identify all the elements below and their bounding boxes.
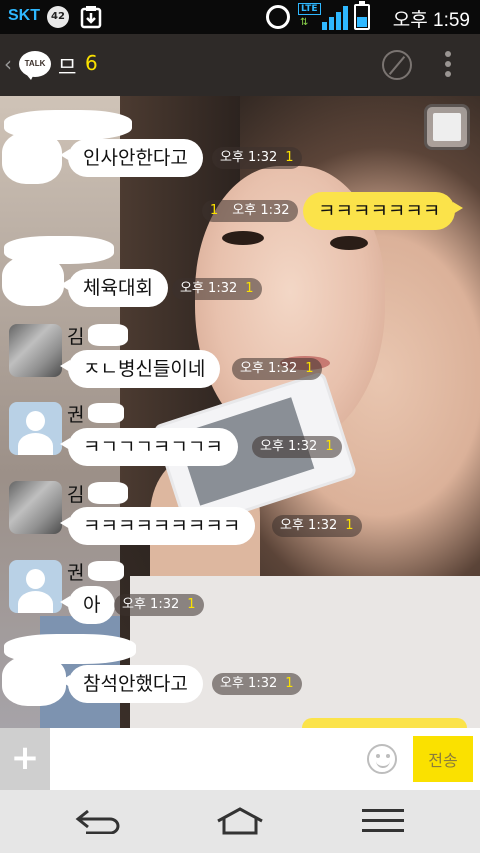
emoticon-icon[interactable] [367, 744, 397, 774]
message-time: 오후 1:32 [260, 439, 318, 454]
message-meta: 오후 1:32 1 [232, 358, 322, 380]
lte-icon: LTE [298, 3, 321, 15]
signal-icon [322, 6, 348, 30]
message-text: 참석안했다고 [83, 673, 188, 695]
message-text: ㅋㅋㅋㅋㅋㅋㅋ [318, 200, 441, 222]
sender-name: 김 [67, 326, 85, 348]
unread-count: 1 [305, 361, 314, 376]
message-time: 오후 1:32 [122, 597, 180, 612]
message-bubble-sent[interactable] [302, 718, 467, 728]
message-bubble[interactable]: ㅋㅋㅋㅋㅋㅋㅋㅋㅋ [59, 507, 256, 545]
wallpaper-preview-button[interactable] [424, 104, 470, 150]
more-options-icon[interactable] [440, 51, 456, 81]
message-time: 오후 1:32 [220, 676, 278, 691]
battery-icon [354, 1, 370, 30]
home-icon[interactable] [215, 806, 265, 836]
sender-name: 김 [67, 484, 85, 506]
sender-name: 권 [67, 404, 85, 426]
message-meta: 오후 1:32 1 [252, 436, 342, 458]
message-text: 체육대회 [83, 277, 153, 299]
avatar[interactable] [9, 560, 62, 613]
unread-count: 1 [285, 676, 294, 691]
download-icon [80, 6, 102, 29]
menu-icon[interactable] [362, 809, 404, 833]
unread-count: 1 [325, 439, 334, 454]
message-input-bar: + 전송 [0, 728, 480, 790]
status-bar: SKT 42 LTE ⇅ 오후 1:59 [0, 0, 480, 34]
message-meta: 오후 1:32 1 [212, 147, 302, 169]
notification-badge-icon: 42 [47, 6, 69, 28]
clock: 오후 1:59 [392, 10, 470, 31]
member-count: 6 [85, 51, 98, 75]
alarm-icon [266, 5, 290, 29]
message-text: ㅋㅋㅋㅋㅋㅋㅋㅋㅋ [83, 515, 241, 537]
data-arrows-icon: ⇅ [300, 17, 309, 28]
message-bubble[interactable]: ㅋㄱㄱㄱㅋㄱㄱㅋ [60, 428, 238, 466]
message-time: 오후 1:32 [280, 518, 338, 533]
message-input[interactable] [50, 728, 360, 790]
message-meta: 오후 1:32 1 [114, 594, 204, 616]
unread-count: 1 [187, 597, 196, 612]
avatar[interactable] [9, 481, 62, 534]
sender-name: 권 [67, 562, 85, 584]
back-chevron-icon[interactable]: ‹ [4, 52, 12, 76]
unread-count: 1 [345, 518, 354, 533]
message-text: 아 [83, 594, 101, 616]
message-text: ㅈㄴ병신들이네 [83, 358, 206, 380]
carrier-label: SKT [8, 7, 40, 24]
message-meta: 오후 1:32 1 [272, 515, 362, 537]
mute-notification-icon[interactable] [382, 50, 412, 80]
message-time: 오후 1:32 [240, 361, 298, 376]
message-time: 오후 1:32 [180, 281, 238, 296]
message-meta: 오후 1:32 1 [172, 278, 262, 300]
message-time: 오후 1:32 [220, 150, 278, 165]
message-time: 오후 1:32 [232, 203, 290, 218]
message-bubble[interactable]: ㅈㄴ병신들이네 [59, 350, 221, 388]
message-bubble[interactable]: 아 [59, 586, 116, 624]
message-bubble[interactable]: 인사안한다고 [60, 139, 203, 177]
message-meta: 1 오후 1:32 [202, 200, 298, 222]
chat-messages[interactable]: 인사안한다고 오후 1:32 1 1 오후 1:32 ㅋㅋㅋㅋㅋㅋㅋ 체육대회 오후… [0, 96, 480, 728]
chat-header: ‹ TALK 므 6 [0, 34, 480, 96]
chat-title: 므 [58, 55, 77, 79]
message-text: ㅋㄱㄱㄱㅋㄱㄱㅋ [83, 436, 223, 458]
message-bubble[interactable]: 체육대회 [60, 269, 168, 307]
avatar[interactable] [9, 402, 62, 455]
unread-count: 1 [245, 281, 254, 296]
back-icon[interactable] [74, 808, 122, 834]
unread-count: 1 [285, 150, 294, 165]
unread-count: 1 [210, 203, 219, 218]
message-text: 인사안한다고 [83, 147, 188, 169]
message-bubble[interactable]: 참석안했다고 [60, 665, 203, 703]
kakaotalk-logo-icon[interactable]: TALK [19, 51, 51, 80]
attach-plus-button[interactable]: + [0, 728, 50, 790]
message-meta: 오후 1:32 1 [212, 673, 302, 695]
avatar[interactable] [9, 324, 62, 377]
message-bubble-sent[interactable]: ㅋㅋㅋㅋㅋㅋㅋ [303, 192, 464, 230]
send-button[interactable]: 전송 [413, 736, 473, 782]
system-nav-bar [0, 790, 480, 853]
